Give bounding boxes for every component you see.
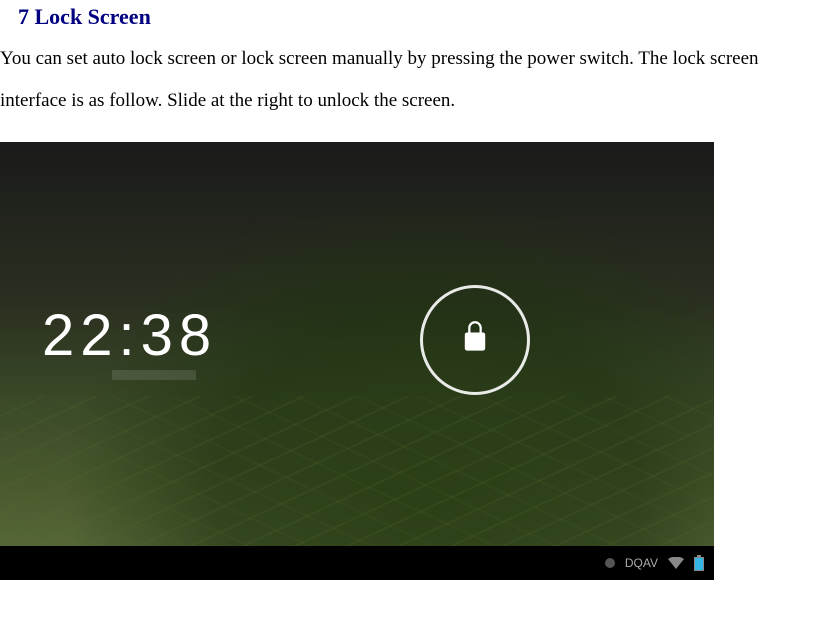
battery-icon bbox=[694, 555, 704, 571]
clock-time: 22:38 bbox=[42, 302, 217, 369]
clock-underline bbox=[112, 370, 196, 380]
brand-text: DQAV bbox=[625, 556, 658, 570]
unlock-ring[interactable] bbox=[420, 285, 530, 395]
lock-screen-screenshot: 22:38 DQAV bbox=[0, 142, 714, 580]
instruction-paragraph: You can set auto lock screen or lock scr… bbox=[0, 34, 815, 134]
brand-bullet-icon bbox=[605, 558, 615, 568]
section-heading: 7 Lock Screen bbox=[0, 0, 815, 34]
wallpaper: 22:38 bbox=[0, 142, 714, 546]
system-bottom-bar: DQAV bbox=[0, 546, 714, 580]
lock-icon bbox=[461, 320, 489, 359]
wifi-icon bbox=[668, 557, 684, 569]
